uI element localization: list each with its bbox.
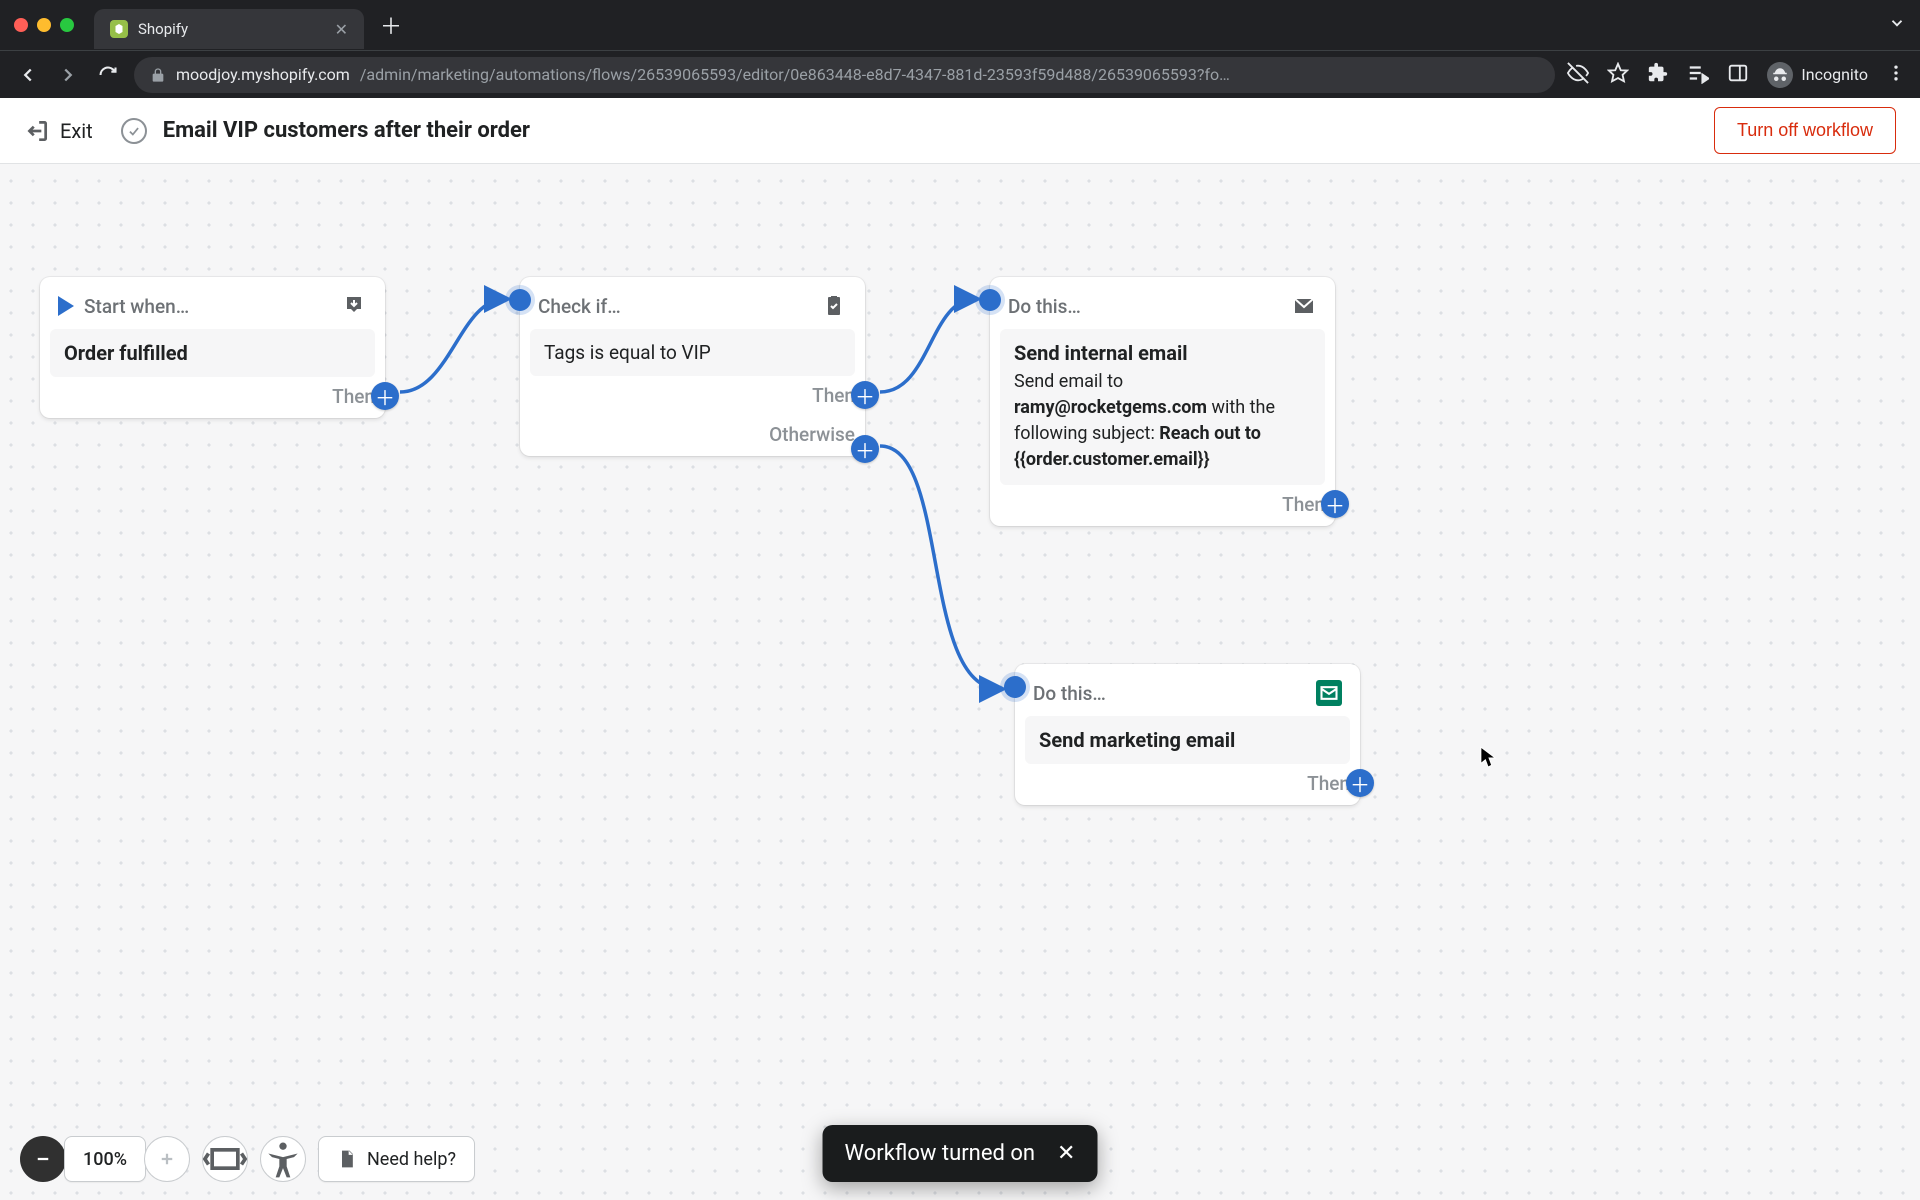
back-button[interactable] (14, 61, 42, 89)
maximize-window-icon[interactable] (60, 18, 74, 32)
node-start-title: Order fulfilled (64, 341, 188, 365)
node-check-condition: Tags is equal to VIP (544, 341, 711, 364)
address-bar[interactable]: moodjoy.myshopify.com/admin/marketing/au… (134, 57, 1555, 93)
toolbar-actions: Incognito (1567, 62, 1906, 88)
status-check-icon (121, 118, 147, 144)
clipboard-check-icon (821, 293, 847, 319)
minimize-window-icon[interactable] (37, 18, 51, 32)
turn-off-workflow-button[interactable]: Turn off workflow (1714, 107, 1896, 154)
node-action-internal-email[interactable]: Do this… Send internal email Send email … (990, 277, 1335, 526)
node-check-head: Check if… (538, 295, 621, 318)
browser-chrome: Shopify ✕ ＋ moodjoy.myshopify.com/admin/… (0, 0, 1920, 98)
toast: Workflow turned on ✕ (823, 1125, 1098, 1182)
node-start[interactable]: Start when… Order fulfilled Then ＋ (40, 277, 385, 418)
profile-label: Incognito (1801, 65, 1868, 84)
reload-button[interactable] (94, 61, 122, 89)
tab-title: Shopify (138, 20, 325, 38)
browser-tab[interactable]: Shopify ✕ (94, 9, 364, 49)
mail-icon (1291, 293, 1317, 319)
then-label: Then (812, 384, 855, 407)
eye-off-icon[interactable] (1567, 62, 1589, 88)
inbox-icon (341, 293, 367, 319)
shopify-favicon-icon (110, 20, 128, 38)
node-do2-head: Do this… (1033, 682, 1106, 705)
incognito-icon (1767, 62, 1793, 88)
close-icon[interactable]: ✕ (1057, 1141, 1075, 1166)
accessibility-button[interactable] (260, 1136, 306, 1182)
mail-icon (1316, 680, 1342, 706)
canvas-controls: 100% Need help? (20, 1136, 475, 1182)
node-do1-title: Send internal email (1014, 341, 1311, 365)
zoom-out-button[interactable] (20, 1136, 66, 1182)
star-icon[interactable] (1607, 62, 1629, 88)
tabs-overflow-icon[interactable] (1888, 14, 1906, 36)
play-icon (58, 296, 74, 316)
exit-label: Exit (60, 119, 93, 143)
input-connector-icon (1004, 676, 1026, 698)
cursor-icon (1480, 746, 1498, 770)
add-branch-button[interactable]: ＋ (1321, 490, 1349, 518)
zoom-control: 100% (20, 1136, 190, 1182)
playlist-icon[interactable] (1687, 62, 1709, 88)
node-action-marketing-email[interactable]: Do this… Send marketing email Then ＋ (1015, 664, 1360, 805)
input-connector-icon (979, 289, 1001, 311)
node-do1-email: ramy@rocketgems.com (1014, 397, 1207, 418)
window-controls[interactable] (14, 18, 74, 32)
node-do1-head: Do this… (1008, 295, 1081, 318)
exit-button[interactable]: Exit (24, 118, 93, 144)
sidepanel-icon[interactable] (1727, 62, 1749, 88)
zoom-in-button[interactable] (144, 1136, 190, 1182)
then-label: Then (1282, 493, 1325, 516)
document-icon (337, 1149, 357, 1169)
then-label: Then (1307, 772, 1350, 795)
url-path: /admin/marketing/automations/flows/26539… (360, 65, 1230, 84)
url-host: moodjoy.myshopify.com (176, 65, 350, 84)
fit-view-button[interactable] (202, 1136, 248, 1182)
forward-button[interactable] (54, 61, 82, 89)
then-label: Then (332, 385, 375, 408)
zoom-level: 100% (65, 1149, 145, 1170)
browser-toolbar: moodjoy.myshopify.com/admin/marketing/au… (0, 50, 1920, 98)
add-otherwise-branch-button[interactable]: ＋ (851, 435, 879, 463)
close-tab-icon[interactable]: ✕ (335, 20, 348, 39)
exit-icon (24, 118, 50, 144)
help-button[interactable]: Need help? (318, 1136, 475, 1182)
profile-button[interactable]: Incognito (1767, 62, 1868, 88)
input-connector-icon (509, 289, 531, 311)
extensions-icon[interactable] (1647, 62, 1669, 88)
toast-message: Workflow turned on (845, 1141, 1036, 1166)
add-then-branch-button[interactable]: ＋ (851, 381, 879, 409)
titlebar: Shopify ✕ ＋ (0, 0, 1920, 50)
workflow-title: Email VIP customers after their order (163, 118, 530, 143)
new-tab-button[interactable]: ＋ (380, 9, 402, 41)
lock-icon (150, 67, 166, 83)
add-branch-button[interactable]: ＋ (1346, 769, 1374, 797)
otherwise-label: Otherwise (769, 423, 855, 446)
kebab-menu-icon[interactable] (1886, 63, 1906, 87)
node-do2-title: Send marketing email (1039, 728, 1235, 752)
close-window-icon[interactable] (14, 18, 28, 32)
app-header: Exit Email VIP customers after their ord… (0, 98, 1920, 164)
workflow-canvas[interactable]: Start when… Order fulfilled Then ＋ Check… (0, 164, 1920, 1200)
node-start-head: Start when… (84, 295, 189, 318)
add-branch-button[interactable]: ＋ (371, 382, 399, 410)
node-check[interactable]: Check if… Tags is equal to VIP Then Othe… (520, 277, 865, 456)
node-do1-desc1: Send email to (1014, 371, 1123, 392)
help-label: Need help? (367, 1149, 456, 1170)
